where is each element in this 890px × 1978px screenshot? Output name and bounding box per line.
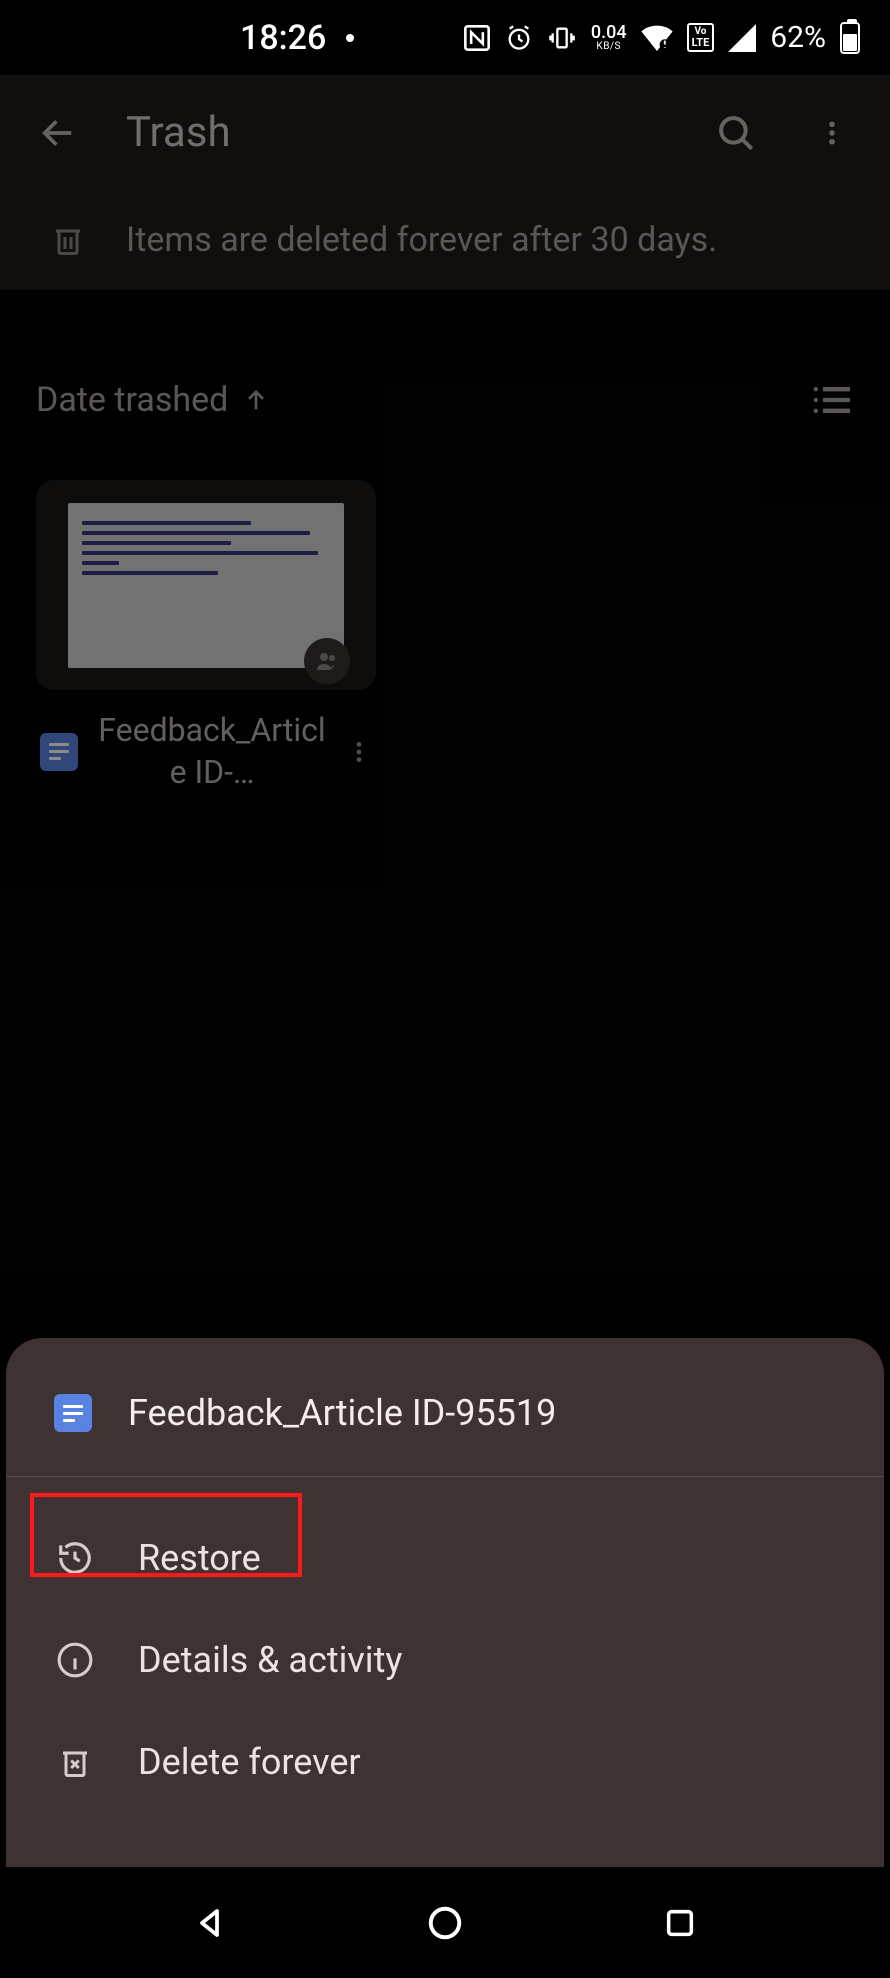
bottom-sheet: Feedback_Article ID-95519 Restore Detail… bbox=[6, 1338, 884, 1867]
file-more-icon[interactable] bbox=[346, 734, 372, 770]
more-options-icon[interactable] bbox=[804, 105, 860, 161]
cellular-signal-icon bbox=[728, 24, 756, 52]
status-dot-icon bbox=[346, 34, 354, 42]
info-icon bbox=[54, 1639, 96, 1681]
file-card[interactable]: Feedback_Article ID-… bbox=[36, 480, 376, 813]
alarm-icon bbox=[505, 24, 533, 52]
details-activity-action[interactable]: Details & activity bbox=[6, 1609, 884, 1711]
restore-action[interactable]: Restore bbox=[6, 1507, 884, 1609]
docs-file-icon bbox=[54, 1394, 92, 1432]
details-label: Details & activity bbox=[138, 1639, 402, 1681]
notice-text: Items are deleted forever after 30 days. bbox=[126, 220, 717, 260]
sort-direction-icon[interactable] bbox=[242, 386, 270, 414]
back-arrow-icon[interactable] bbox=[30, 105, 86, 161]
file-grid: Feedback_Article ID-… bbox=[0, 450, 890, 843]
network-rate: 0.04 KB/S bbox=[591, 24, 627, 52]
docs-file-icon bbox=[40, 733, 78, 771]
volte-icon: Vo LTE bbox=[687, 23, 715, 52]
wifi-icon bbox=[641, 25, 673, 51]
restore-label: Restore bbox=[138, 1537, 261, 1579]
restore-icon bbox=[54, 1537, 96, 1579]
battery-icon bbox=[840, 22, 860, 54]
battery-percent: 62% bbox=[770, 20, 826, 55]
file-name: Feedback_Article ID-… bbox=[96, 710, 328, 793]
system-nav-bar bbox=[0, 1867, 890, 1978]
nav-recents-icon[interactable] bbox=[656, 1899, 704, 1947]
page-title: Trash bbox=[126, 108, 668, 157]
sort-label[interactable]: Date trashed bbox=[36, 380, 228, 420]
vibrate-icon bbox=[547, 24, 577, 52]
shared-badge-icon bbox=[304, 638, 350, 684]
nfc-icon bbox=[463, 24, 491, 52]
trash-icon bbox=[50, 219, 86, 261]
file-thumbnail[interactable] bbox=[36, 480, 376, 690]
sort-row: Date trashed bbox=[0, 320, 890, 450]
app-bar: Trash bbox=[0, 75, 890, 190]
nav-back-icon[interactable] bbox=[187, 1899, 235, 1947]
delete-forever-action[interactable]: Delete forever bbox=[6, 1711, 884, 1813]
delete-label: Delete forever bbox=[138, 1741, 361, 1783]
delete-forever-icon bbox=[54, 1741, 96, 1783]
list-view-icon[interactable] bbox=[810, 382, 854, 418]
sheet-file-title: Feedback_Article ID-95519 bbox=[128, 1392, 556, 1434]
sheet-header: Feedback_Article ID-95519 bbox=[6, 1356, 884, 1477]
status-bar: 18:26 0.04 KB/S Vo LTE 62% bbox=[0, 0, 890, 75]
nav-home-icon[interactable] bbox=[421, 1899, 469, 1947]
status-time: 18:26 bbox=[240, 18, 326, 58]
trash-notice: Items are deleted forever after 30 days. bbox=[0, 190, 890, 290]
search-icon[interactable] bbox=[708, 105, 764, 161]
